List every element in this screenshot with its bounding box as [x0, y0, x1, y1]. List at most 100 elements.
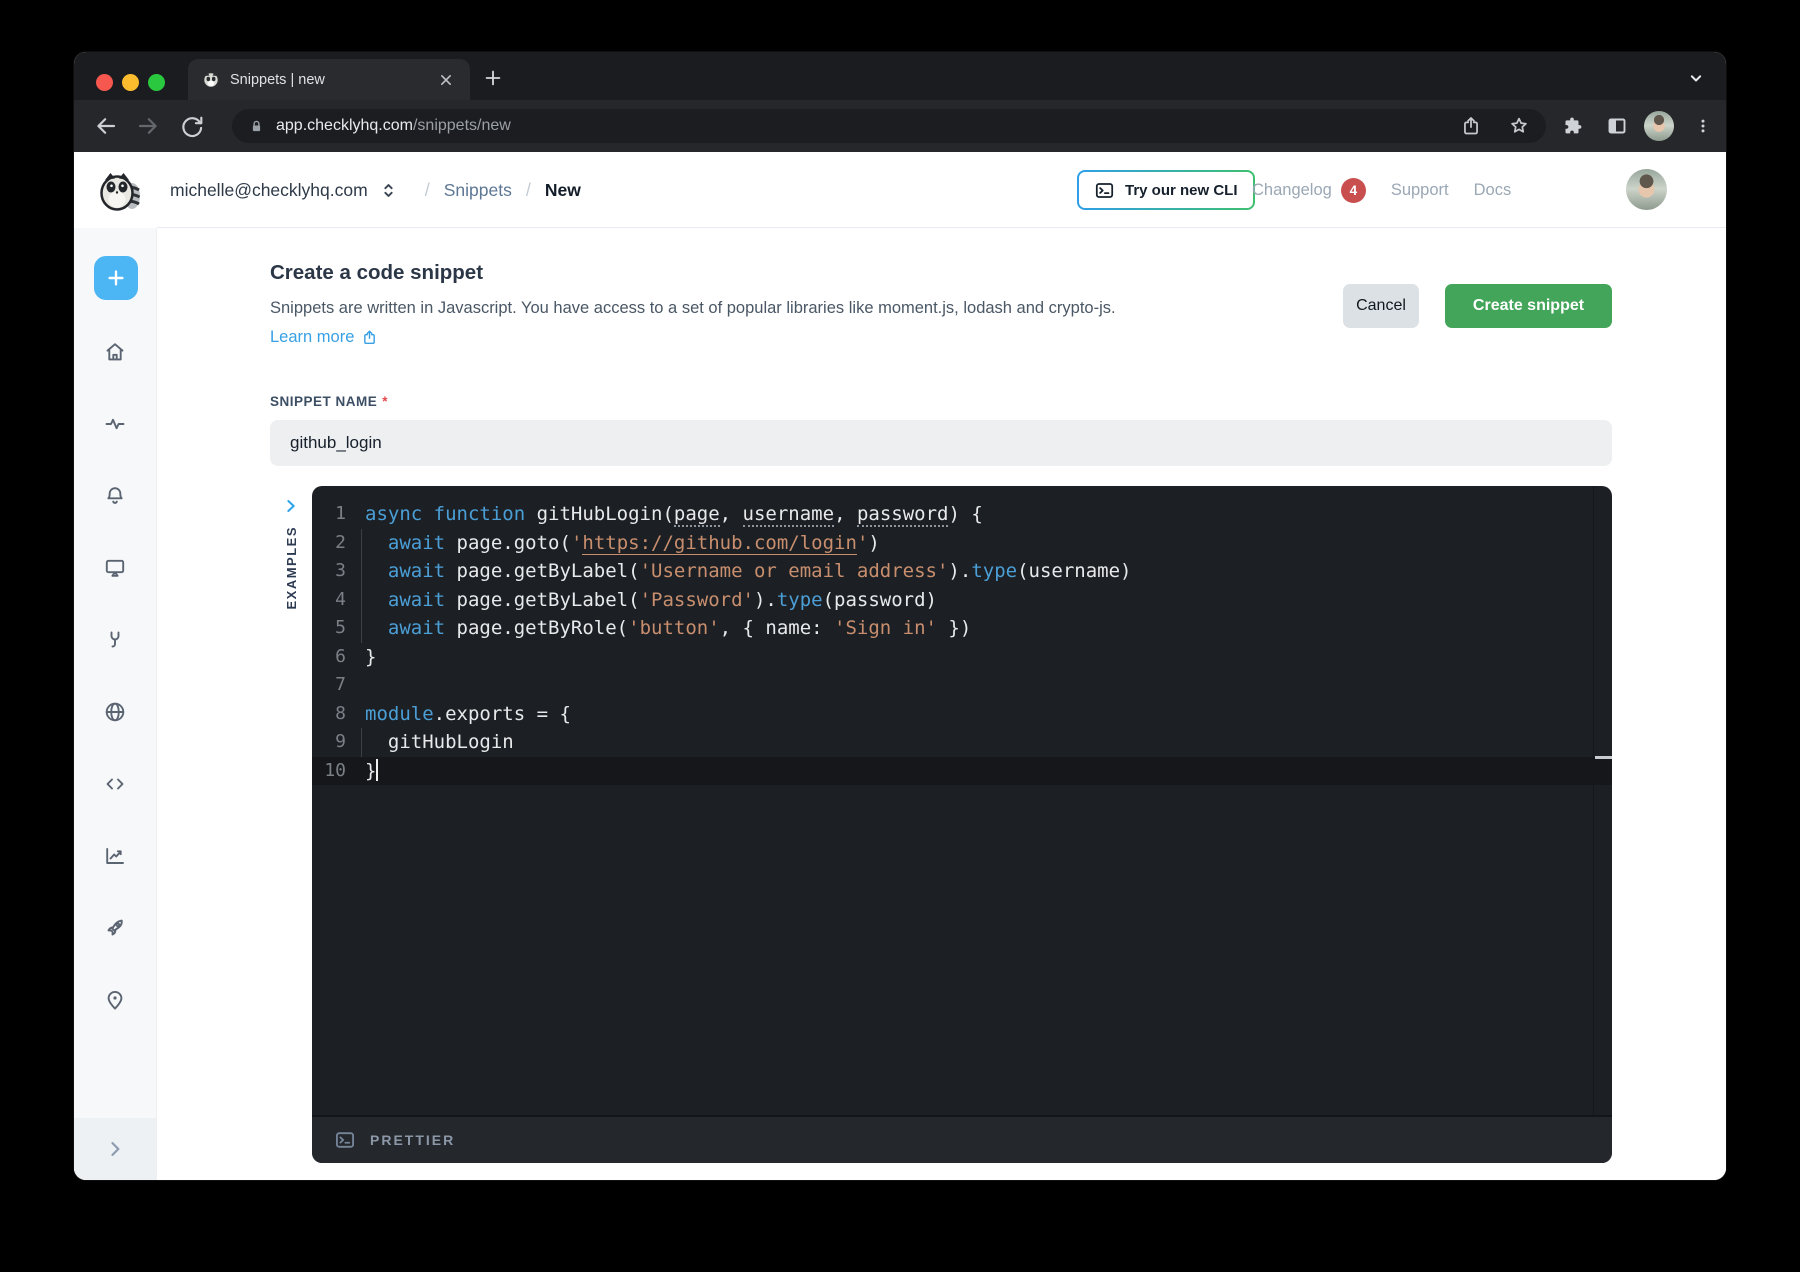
cancel-button[interactable]: Cancel [1343, 284, 1419, 328]
page-description: Snippets are written in Javascript. You … [270, 299, 1116, 318]
activity-icon [103, 412, 127, 436]
sidebar-collapse-toggle[interactable] [74, 1118, 156, 1180]
browser-menu-icon[interactable] [1694, 114, 1712, 138]
app-sidebar [74, 228, 157, 1180]
chevron-right-icon [105, 1139, 125, 1159]
prettier-label: PRETTIER [370, 1132, 455, 1148]
line-number: 8 [312, 700, 346, 729]
line-code: await page.getByRole('button', { name: '… [365, 614, 971, 643]
checkly-raccoon-logo[interactable] [96, 166, 144, 214]
line-number: 5 [312, 614, 346, 643]
browser-tab-strip: Snippets | new [74, 52, 1726, 100]
share-icon[interactable] [1460, 115, 1482, 137]
sidebar-item-line-chart[interactable] [103, 844, 127, 868]
tab-search-chevron-icon[interactable] [1686, 68, 1706, 88]
window-zoom-button[interactable] [148, 74, 165, 91]
try-cli-button[interactable]: Try our new CLI [1077, 170, 1255, 210]
create-new-button[interactable] [94, 256, 138, 300]
browser-profile-avatar[interactable] [1644, 111, 1674, 141]
code-line-5[interactable]: 5 await page.getByRole('button', { name:… [312, 614, 1612, 643]
code-line-10[interactable]: 10} [312, 757, 1612, 786]
line-code: await page.getByLabel('Username or email… [365, 557, 1131, 586]
code-line-9[interactable]: 9 gitHubLogin [312, 728, 1612, 757]
create-snippet-button[interactable]: Create snippet [1445, 284, 1612, 328]
tab-close-icon[interactable] [436, 70, 456, 90]
window-minimize-button[interactable] [122, 74, 139, 91]
code-line-4[interactable]: 4 await page.getByLabel('Password').type… [312, 586, 1612, 615]
tab-title: Snippets | new [230, 72, 436, 88]
examples-expand-chevron-icon[interactable] [283, 498, 299, 514]
editor-scrollbar[interactable] [1593, 486, 1612, 1115]
line-number: 10 [312, 757, 346, 786]
code-line-3[interactable]: 3 await page.getByLabel('Username or ema… [312, 557, 1612, 586]
breadcrumb-snippets[interactable]: Snippets [444, 180, 512, 201]
wrench-icon [103, 628, 127, 652]
monitor-icon [103, 556, 127, 580]
sidebar-item-wrench[interactable] [103, 628, 127, 652]
bookmark-star-icon[interactable] [1508, 115, 1530, 137]
code-line-1[interactable]: 1async function gitHubLogin(page, userna… [312, 500, 1612, 529]
sidebar-item-home[interactable] [103, 340, 127, 364]
plus-icon [105, 267, 127, 289]
sidebar-item-map-pin[interactable] [103, 988, 127, 1012]
window-close-button[interactable] [96, 74, 113, 91]
line-number: 3 [312, 557, 346, 586]
nav-changelog[interactable]: Changelog 4 [1252, 178, 1366, 203]
line-code: } [365, 643, 376, 672]
support-label: Support [1391, 181, 1449, 200]
forward-icon[interactable] [135, 113, 161, 139]
page-title: Create a code snippet [270, 261, 483, 285]
code-editor[interactable]: 1async function gitHubLogin(page, userna… [312, 486, 1612, 1163]
line-number: 6 [312, 643, 346, 672]
rocket-icon [103, 916, 127, 940]
examples-label[interactable]: EXAMPLES [284, 526, 299, 610]
app-header: michelle@checklyhq.com / Snippets / New … [74, 152, 1726, 228]
changelog-badge: 4 [1341, 178, 1366, 203]
extensions-icon[interactable] [1560, 114, 1584, 138]
learn-more-link[interactable]: Learn more [270, 328, 378, 347]
code-line-8[interactable]: 8module.exports = { [312, 700, 1612, 729]
snippet-name-input[interactable] [270, 420, 1612, 466]
code-brackets-icon [103, 772, 127, 796]
nav-support[interactable]: Support [1391, 181, 1449, 200]
line-code: async function gitHubLogin(page, usernam… [365, 500, 983, 529]
line-code: gitHubLogin [365, 728, 514, 757]
screenshot-stage: Snippets | new [0, 0, 1800, 1272]
learn-more-label: Learn more [270, 328, 354, 347]
side-panel-icon[interactable] [1605, 114, 1629, 138]
line-number: 4 [312, 586, 346, 615]
user-avatar[interactable] [1626, 169, 1667, 210]
home-icon [103, 340, 127, 364]
sidebar-item-code-brackets[interactable] [103, 772, 127, 796]
address-bar[interactable]: app.checklyhq.com/snippets/new [232, 109, 1546, 143]
sidebar-item-globe[interactable] [103, 700, 127, 724]
header-nav: Changelog 4 Support Docs [1252, 152, 1511, 228]
browser-tab[interactable]: Snippets | new [188, 59, 470, 100]
nav-docs[interactable]: Docs [1474, 181, 1512, 200]
try-cli-label: Try our new CLI [1125, 182, 1238, 199]
sidebar-item-activity[interactable] [103, 412, 127, 436]
sidebar-item-monitor[interactable] [103, 556, 127, 580]
terminal-icon [1094, 180, 1115, 201]
back-icon[interactable] [93, 113, 119, 139]
url-host: app.checklyhq.com [276, 117, 413, 135]
account-selector-chevrons-icon[interactable] [378, 180, 399, 201]
sidebar-item-bell[interactable] [103, 484, 127, 508]
changelog-label: Changelog [1252, 181, 1332, 200]
line-code: } [365, 757, 378, 786]
lock-icon [248, 118, 265, 135]
sidebar-item-rocket[interactable] [103, 916, 127, 940]
reload-icon[interactable] [179, 113, 205, 139]
account-switcher[interactable]: michelle@checklyhq.com [170, 180, 368, 201]
code-area[interactable]: 1async function gitHubLogin(page, userna… [312, 486, 1612, 1115]
snippet-name-label-text: SNIPPET NAME [270, 394, 377, 409]
url-path: /snippets/new [413, 117, 511, 135]
browser-window: Snippets | new [74, 52, 1726, 1180]
new-tab-button[interactable] [482, 67, 504, 89]
code-line-2[interactable]: 2 await page.goto('https://github.com/lo… [312, 529, 1612, 558]
code-line-6[interactable]: 6} [312, 643, 1612, 672]
browser-toolbar: app.checklyhq.com/snippets/new [74, 100, 1726, 152]
code-line-7[interactable]: 7 [312, 671, 1612, 700]
line-code: await page.goto('https://github.com/logi… [365, 529, 880, 558]
breadcrumb-current: New [545, 180, 581, 201]
